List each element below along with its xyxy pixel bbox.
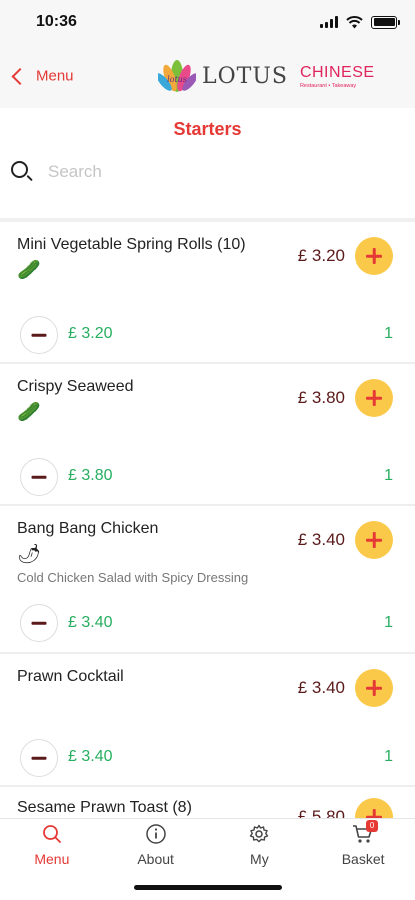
quantity: 1 bbox=[384, 748, 393, 765]
line-price: £ 3.80 bbox=[68, 467, 113, 484]
item-description: Cold Chicken Salad with Spicy Dressing bbox=[17, 570, 249, 585]
add-button[interactable] bbox=[355, 798, 393, 818]
chevron-left-icon bbox=[11, 67, 29, 85]
search-bar bbox=[10, 154, 405, 190]
vegetarian-icon: 🥒 bbox=[17, 402, 41, 423]
add-button[interactable] bbox=[355, 669, 393, 707]
line-price: £ 3.40 bbox=[68, 614, 113, 631]
logo-word: LOTUS bbox=[202, 63, 288, 89]
svg-text:lotus: lotus bbox=[167, 75, 187, 84]
line-price: £ 3.40 bbox=[68, 748, 113, 765]
back-button[interactable]: Menu bbox=[11, 67, 74, 85]
search-icon bbox=[41, 823, 63, 845]
line-price: £ 3.20 bbox=[68, 325, 113, 342]
gear-icon bbox=[248, 823, 270, 845]
cart-icon: 0 bbox=[352, 820, 379, 845]
menu-item: Crispy Seaweed 🥒 £ 3.80 £ 3.80 1 bbox=[0, 364, 415, 506]
add-button[interactable] bbox=[355, 521, 393, 559]
tab-bar: Menu About My 0 Basket bbox=[0, 818, 415, 900]
remove-button[interactable] bbox=[20, 458, 58, 496]
item-price: £ 3.20 bbox=[297, 246, 345, 265]
item-name: Prawn Cocktail bbox=[17, 668, 124, 685]
tab-label: Menu bbox=[34, 851, 70, 867]
item-price: £ 3.40 bbox=[297, 530, 345, 549]
add-button[interactable] bbox=[355, 379, 393, 417]
menu-item-list: Mini Vegetable Spring Rolls (10) 🥒 £ 3.2… bbox=[0, 218, 415, 818]
item-price: £ 5.80 bbox=[297, 807, 345, 818]
remove-button[interactable] bbox=[20, 739, 58, 777]
add-button[interactable] bbox=[355, 237, 393, 275]
item-price: £ 3.80 bbox=[297, 388, 345, 407]
tab-label: Basket bbox=[341, 851, 385, 867]
item-name: Bang Bang Chicken bbox=[17, 520, 159, 537]
basket-count-badge: 0 bbox=[366, 820, 379, 832]
item-name: Sesame Prawn Toast (8) bbox=[17, 799, 192, 816]
item-name: Crispy Seaweed bbox=[17, 378, 134, 395]
quantity: 1 bbox=[384, 467, 393, 484]
menu-item: Bang Bang Chicken 🌶 Cold Chicken Salad w… bbox=[0, 506, 415, 654]
tab-label: About bbox=[137, 851, 174, 867]
home-indicator bbox=[133, 885, 282, 890]
tab-menu[interactable]: Menu bbox=[0, 819, 104, 900]
logo-subtitle: Restaurant • Takeaway bbox=[299, 82, 357, 89]
back-label: Menu bbox=[36, 67, 74, 85]
chili-icon: 🌶 bbox=[17, 544, 42, 565]
item-name: Mini Vegetable Spring Rolls (10) bbox=[17, 236, 246, 253]
status-icons bbox=[320, 15, 400, 29]
lotus-flower-icon: lotus bbox=[158, 60, 196, 92]
remove-button[interactable] bbox=[20, 316, 58, 354]
quantity: 1 bbox=[384, 614, 393, 631]
nav-bar: Menu lotus LOTUS CHINESE Restaurant • Ta… bbox=[0, 44, 415, 108]
battery-icon bbox=[371, 15, 400, 29]
search-input[interactable] bbox=[48, 162, 378, 182]
info-icon bbox=[145, 823, 167, 845]
search-icon bbox=[10, 160, 34, 184]
vegetarian-icon: 🥒 bbox=[17, 260, 41, 281]
status-bar: 10:36 bbox=[0, 0, 415, 44]
restaurant-logo: lotus LOTUS CHINESE Restaurant • Takeawa… bbox=[158, 56, 375, 96]
remove-button[interactable] bbox=[20, 604, 58, 642]
page-title: Starters bbox=[173, 119, 242, 139]
tab-label: My bbox=[250, 851, 269, 867]
menu-item: Mini Vegetable Spring Rolls (10) 🥒 £ 3.2… bbox=[0, 222, 415, 364]
logo-chinese: CHINESE bbox=[299, 63, 375, 81]
tab-basket[interactable]: 0 Basket bbox=[311, 819, 415, 900]
quantity: 1 bbox=[384, 325, 393, 342]
wifi-icon bbox=[346, 15, 363, 28]
signal-icon bbox=[320, 16, 338, 28]
status-time: 10:36 bbox=[36, 13, 77, 30]
menu-item: Sesame Prawn Toast (8) £ 5.80 bbox=[0, 787, 415, 818]
item-price: £ 3.40 bbox=[297, 678, 345, 697]
menu-item: Prawn Cocktail £ 3.40 £ 3.40 1 bbox=[0, 654, 415, 787]
